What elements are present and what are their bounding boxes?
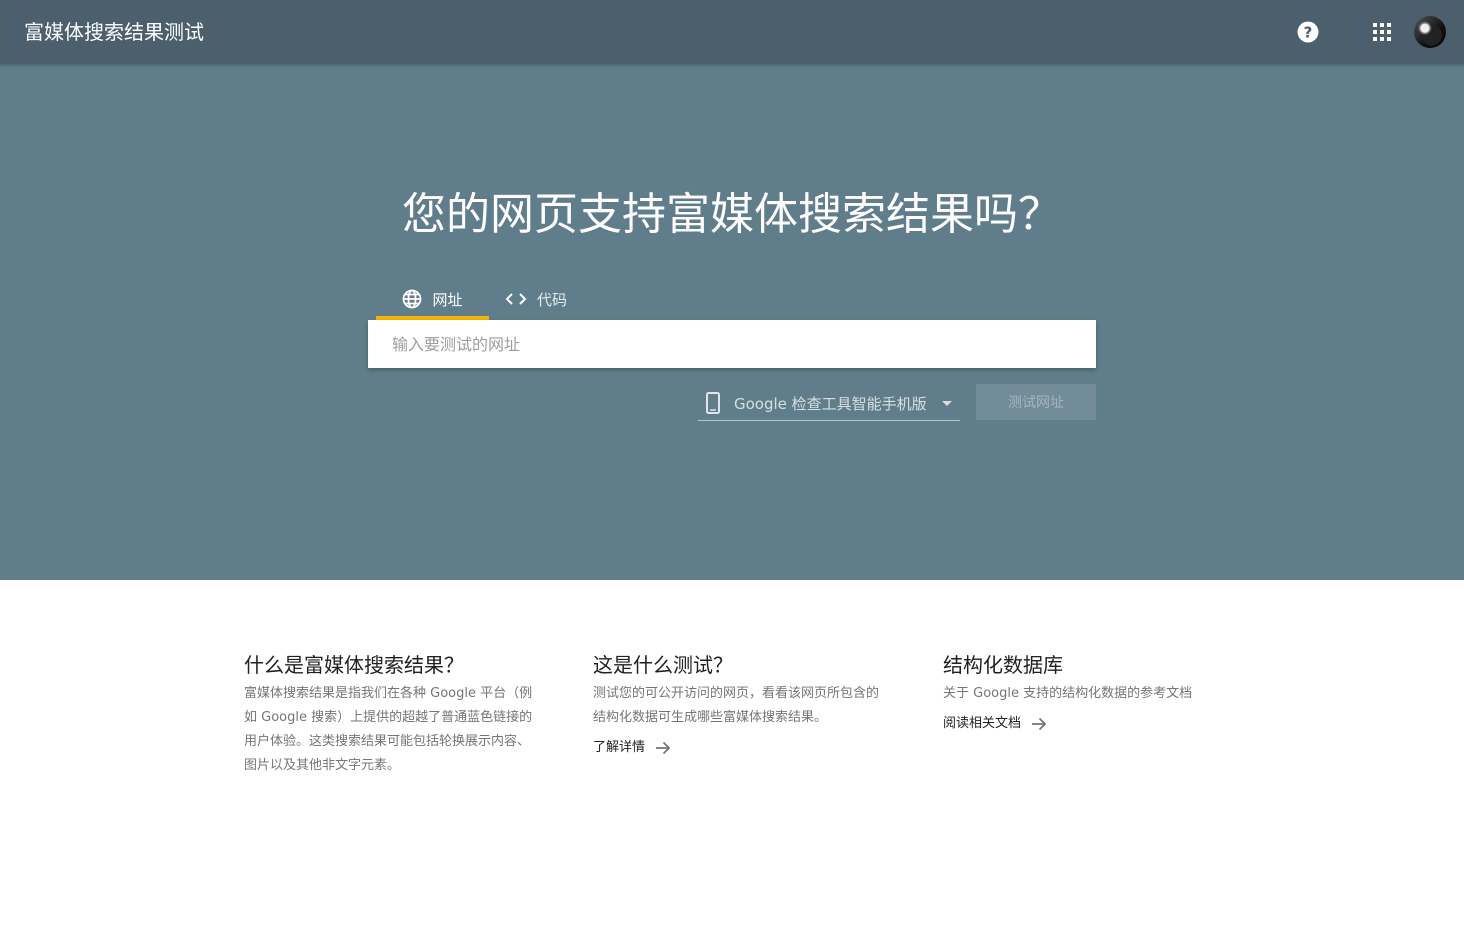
url-input[interactable] <box>368 320 1096 368</box>
svg-text:?: ? <box>1304 24 1313 42</box>
user-agent-select[interactable]: Google 检查工具智能手机版 <box>698 384 960 421</box>
learn-more-label: 了解详情 <box>593 740 646 755</box>
arrow-right-icon <box>656 741 671 755</box>
tab-url[interactable]: 网址 <box>376 278 489 320</box>
read-docs-label: 阅读相关文档 <box>943 716 1022 731</box>
apps-grid-icon[interactable] <box>1373 23 1391 41</box>
hero-section: 您的网页支持富媒体搜索结果吗？ 网址 代码 Google 检查工具智能手机版 测… <box>0 64 1464 580</box>
top-app-bar: 富媒体搜索结果测试 ? <box>0 0 1464 64</box>
app-title: 富媒体搜索结果测试 <box>24 20 204 44</box>
info-body: 关于 Google 支持的结构化数据的参考文档 <box>943 686 1193 701</box>
tab-url-label: 网址 <box>432 290 463 309</box>
info-body: 富媒体搜索结果是指我们在各种 Google 平台（例如 Google 搜索）上提… <box>244 686 533 773</box>
info-title: 结构化数据库 <box>943 653 1063 677</box>
code-brackets-icon <box>505 293 527 305</box>
user-avatar[interactable] <box>1414 16 1446 48</box>
dropdown-arrow-icon <box>942 401 952 406</box>
tab-code-label: 代码 <box>537 290 568 309</box>
tab-code[interactable]: 代码 <box>505 278 595 320</box>
test-url-button[interactable]: 测试网址 <box>976 384 1096 420</box>
read-docs-link[interactable]: 阅读相关文档 <box>943 712 1243 736</box>
user-agent-selected: Google 检查工具智能手机版 <box>734 395 927 413</box>
smartphone-icon <box>706 392 720 414</box>
info-card-structured-data-gallery: 结构化数据库 关于 Google 支持的结构化数据的参考文档 阅读相关文档 <box>943 650 1243 736</box>
arrow-right-icon <box>1032 717 1047 731</box>
info-card-about-test: 这是什么测试？ 测试您的可公开访问的网页，看看该网页所包含的结构化数据可生成哪些… <box>593 650 883 760</box>
info-title: 这是什么测试？ <box>593 653 733 677</box>
info-title: 什么是富媒体搜索结果？ <box>244 653 464 677</box>
globe-icon <box>403 289 422 309</box>
learn-more-link[interactable]: 了解详情 <box>593 736 883 760</box>
info-body: 测试您的可公开访问的网页，看看该网页所包含的结构化数据可生成哪些富媒体搜索结果。 <box>593 686 880 725</box>
hero-title: 您的网页支持富媒体搜索结果吗？ <box>402 189 1062 240</box>
info-card-rich-results: 什么是富媒体搜索结果？ 富媒体搜索结果是指我们在各种 Google 平台（例如 … <box>244 650 534 778</box>
help-icon[interactable]: ? <box>1297 21 1319 43</box>
